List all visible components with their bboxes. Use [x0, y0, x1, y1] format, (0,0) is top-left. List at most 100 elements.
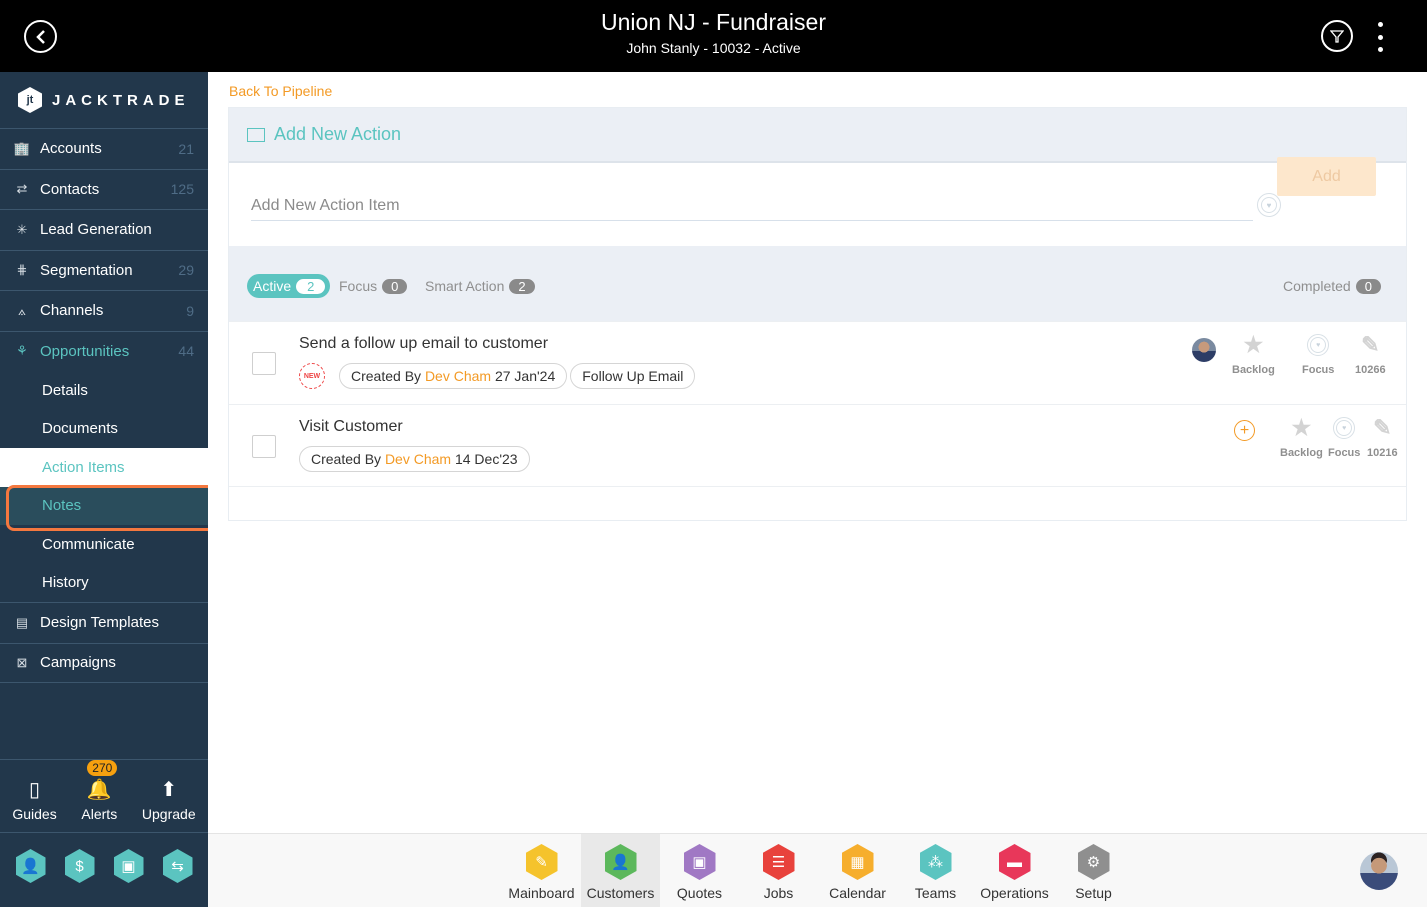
dock-label: Teams: [914, 885, 957, 901]
sidebar-item-campaigns[interactable]: ⊠ Campaigns: [0, 642, 208, 683]
edit-button[interactable]: ✎ 10216: [1367, 415, 1398, 459]
upgrade-button[interactable]: ⬆ Upgrade: [142, 776, 196, 823]
tab-completed[interactable]: Completed 0: [1283, 274, 1381, 298]
sidebar-item-count: 125: [170, 181, 194, 198]
tab-active[interactable]: Active 2: [247, 274, 331, 298]
assignee-avatar[interactable]: [1192, 338, 1216, 362]
add-action-title: Add New Action: [274, 124, 402, 144]
tab-count: 2: [296, 278, 326, 294]
backlog-button[interactable]: ★ Backlog: [1232, 332, 1275, 376]
sidebar-item-accounts[interactable]: 🏢 Accounts 21: [0, 128, 208, 169]
sidebar-item-count: 21: [178, 140, 194, 157]
tab-count: 0: [382, 278, 408, 294]
add-button[interactable]: Add: [1277, 157, 1376, 196]
opportunities-icon: ⚘: [16, 343, 28, 359]
app-dock: ✎ Mainboard 👤 Customers ▣ Quotes ☰ Jobs …: [208, 833, 1427, 907]
dock-label: Jobs: [763, 885, 794, 901]
star-icon: ★: [1243, 332, 1264, 357]
logo-mark-icon: jt: [18, 87, 42, 113]
action-item-row: Visit Customer Created By Dev Cham 14 De…: [229, 404, 1406, 487]
pencil-icon: ✎: [1373, 415, 1392, 440]
top-bar: Union NJ - Fundraiser John Stanly - 1003…: [0, 0, 1427, 72]
sidebar-item-count: 9: [186, 302, 194, 319]
lead-generation-icon: ✳: [16, 221, 28, 237]
complete-checkbox[interactable]: [252, 435, 276, 458]
jobs-icon: ☰: [762, 844, 795, 880]
creator-name[interactable]: Dev Cham: [385, 451, 451, 467]
sidebar-item-label: Campaigns: [40, 654, 116, 672]
subnav-history[interactable]: History: [0, 564, 208, 603]
page-subtitle: John Stanly - 10032 - Active: [626, 40, 801, 56]
workflow-icon[interactable]: ⇆: [162, 849, 193, 883]
sidebar-item-label: Segmentation: [40, 261, 133, 279]
subnav-documents[interactable]: Documents: [0, 410, 208, 449]
dock-teams[interactable]: ⁂ Teams: [896, 834, 975, 907]
add-assignee-icon[interactable]: +: [1234, 420, 1255, 441]
focus-button[interactable]: ♥ Focus: [1302, 332, 1334, 376]
dock-calendar[interactable]: ▦ Calendar: [818, 834, 897, 907]
dollar-icon[interactable]: $: [64, 849, 95, 883]
sidebar-item-label: Lead Generation: [40, 221, 152, 239]
filter-button[interactable]: [1321, 20, 1353, 52]
dock-quotes[interactable]: ▣ Quotes: [660, 834, 739, 907]
tab-focus[interactable]: Focus 0: [339, 274, 408, 298]
action-item-title[interactable]: Send a follow up email to customer: [299, 335, 548, 353]
campaigns-icon: ⊠: [16, 654, 28, 670]
add-contact-icon[interactable]: 👤: [15, 849, 46, 883]
design-templates-icon: ▤: [15, 614, 29, 630]
sidebar-item-contacts[interactable]: ⇄ Contacts 125: [0, 168, 208, 210]
dock-label: Operations: [980, 885, 1049, 901]
brand-name: JACKTRADE: [52, 91, 190, 109]
dock-jobs[interactable]: ☰ Jobs: [739, 834, 818, 907]
add-action-icon: [247, 127, 265, 142]
sidebar-item-design-templates[interactable]: ▤ Design Templates: [0, 602, 208, 643]
kebab-dot: [1377, 22, 1383, 27]
dock-customers[interactable]: 👤 Customers: [581, 834, 660, 907]
subnav-details[interactable]: Details: [0, 371, 208, 410]
action-items-panel: Add New Action ♥ Active 2 Focus 0 Smart …: [228, 107, 1407, 521]
more-menu-button[interactable]: [1373, 22, 1387, 52]
sidebar-item-channels[interactable]: ⟑ Channels 9: [0, 290, 208, 331]
filter-icon: [1330, 30, 1344, 43]
focus-label: Focus: [1302, 364, 1335, 376]
sidebar-item-segmentation[interactable]: ⋕ Segmentation 29: [0, 249, 208, 291]
dock-mainboard[interactable]: ✎ Mainboard: [502, 834, 581, 907]
sidebar-item-lead-generation[interactable]: ✳ Lead Generation: [0, 209, 208, 250]
brand-logo[interactable]: jt JACKTRADE: [0, 72, 208, 128]
sidebar-item-label: Channels: [40, 302, 104, 320]
subnav-notes[interactable]: Notes: [0, 486, 208, 525]
mainboard-icon: ✎: [525, 844, 558, 880]
guides-button[interactable]: ▯ Guides: [12, 776, 57, 823]
tag-pill[interactable]: Follow Up Email: [570, 363, 696, 389]
focus-target-icon: ♥: [1333, 415, 1356, 441]
sidebar-item-opportunities[interactable]: ⚘ Opportunities 44: [0, 330, 208, 372]
edit-button[interactable]: ✎ 10266: [1355, 332, 1386, 376]
guides-label: Guides: [12, 806, 57, 822]
dock-setup[interactable]: ⚙ Setup: [1054, 834, 1133, 907]
sidebar-item-count: 29: [178, 262, 194, 279]
action-item-meta: NEW Created By Dev Cham 27 Jan'24 Follow…: [299, 363, 698, 389]
back-to-pipeline-link[interactable]: Back To Pipeline: [229, 83, 332, 99]
backlog-button[interactable]: ★ Backlog: [1280, 415, 1323, 459]
complete-checkbox[interactable]: [252, 352, 276, 375]
created-date: 27 Jan'24: [494, 368, 556, 384]
creator-name[interactable]: Dev Cham: [425, 368, 491, 384]
kebab-dot: [1377, 34, 1383, 40]
dock-operations[interactable]: ▬ Operations: [975, 834, 1054, 907]
action-item-title[interactable]: Visit Customer: [299, 418, 403, 436]
user-avatar[interactable]: [1360, 852, 1398, 890]
main-content: Back To Pipeline Add New Action ♥ Active…: [208, 72, 1427, 833]
tab-smart-action[interactable]: Smart Action 2: [425, 274, 535, 298]
alerts-button[interactable]: 270 🔔 Alerts: [81, 760, 118, 822]
focus-label: Focus: [1328, 447, 1361, 459]
quote-icon[interactable]: ▣: [113, 849, 144, 883]
subnav-communicate[interactable]: Communicate: [0, 525, 208, 564]
alerts-label: Alerts: [81, 806, 118, 822]
tab-label: Active: [253, 278, 292, 294]
action-id: 10216: [1367, 447, 1398, 459]
new-action-input[interactable]: [251, 191, 1253, 221]
tab-label: Focus: [339, 278, 378, 294]
subnav-action-items[interactable]: Action Items: [0, 448, 208, 487]
focus-button[interactable]: ♥ Focus: [1328, 415, 1360, 459]
focus-target-icon[interactable]: ♥: [1257, 193, 1281, 217]
